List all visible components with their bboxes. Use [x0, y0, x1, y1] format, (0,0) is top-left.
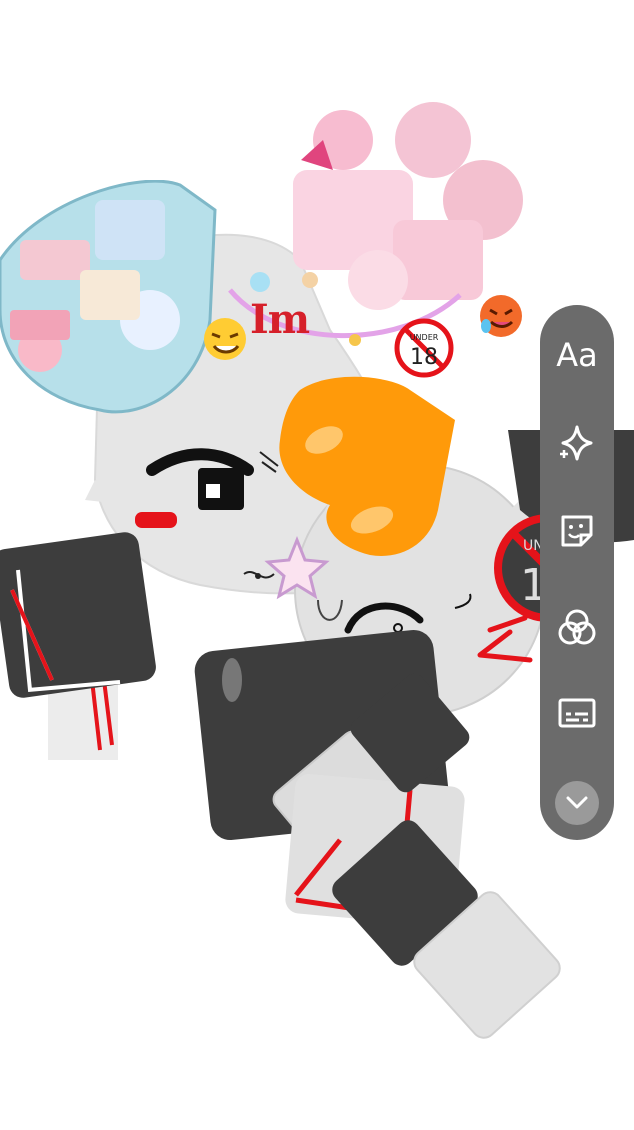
badge-text: UNDER: [410, 333, 439, 342]
laughing-emoji-sticker[interactable]: [200, 316, 250, 362]
under-18-icon: UNDER 18: [394, 318, 454, 378]
text-aa-icon: Aa: [556, 336, 598, 374]
more-tools-circle: [555, 781, 599, 825]
text-tool-button[interactable]: Aa: [540, 325, 614, 385]
blue-sticker-collage[interactable]: [0, 179, 230, 420]
sticker-icon: [561, 515, 593, 547]
im-text-sticker[interactable]: Im: [250, 296, 310, 343]
under-18-badge-small[interactable]: UNDER 18: [394, 318, 454, 378]
filter-tool-button[interactable]: [540, 597, 614, 657]
effects-tool-button[interactable]: [540, 413, 614, 473]
sparkle-icon: [560, 425, 593, 461]
hot-face-emoji-sticker[interactable]: [476, 292, 526, 340]
story-canvas[interactable]: Im UNDER 18 UNDER 18: [0, 0, 634, 1130]
editor-tool-rail: Aa: [540, 305, 614, 840]
sticker-tool-button[interactable]: [540, 501, 614, 561]
overlap-circles-icon: [558, 609, 596, 645]
captions-icon: [558, 698, 596, 728]
captions-tool-button[interactable]: [540, 683, 614, 743]
more-tools-button[interactable]: [540, 773, 614, 833]
chevron-down-icon: [566, 796, 588, 809]
badge-number: 18: [410, 345, 438, 370]
collage-art: [0, 179, 217, 414]
